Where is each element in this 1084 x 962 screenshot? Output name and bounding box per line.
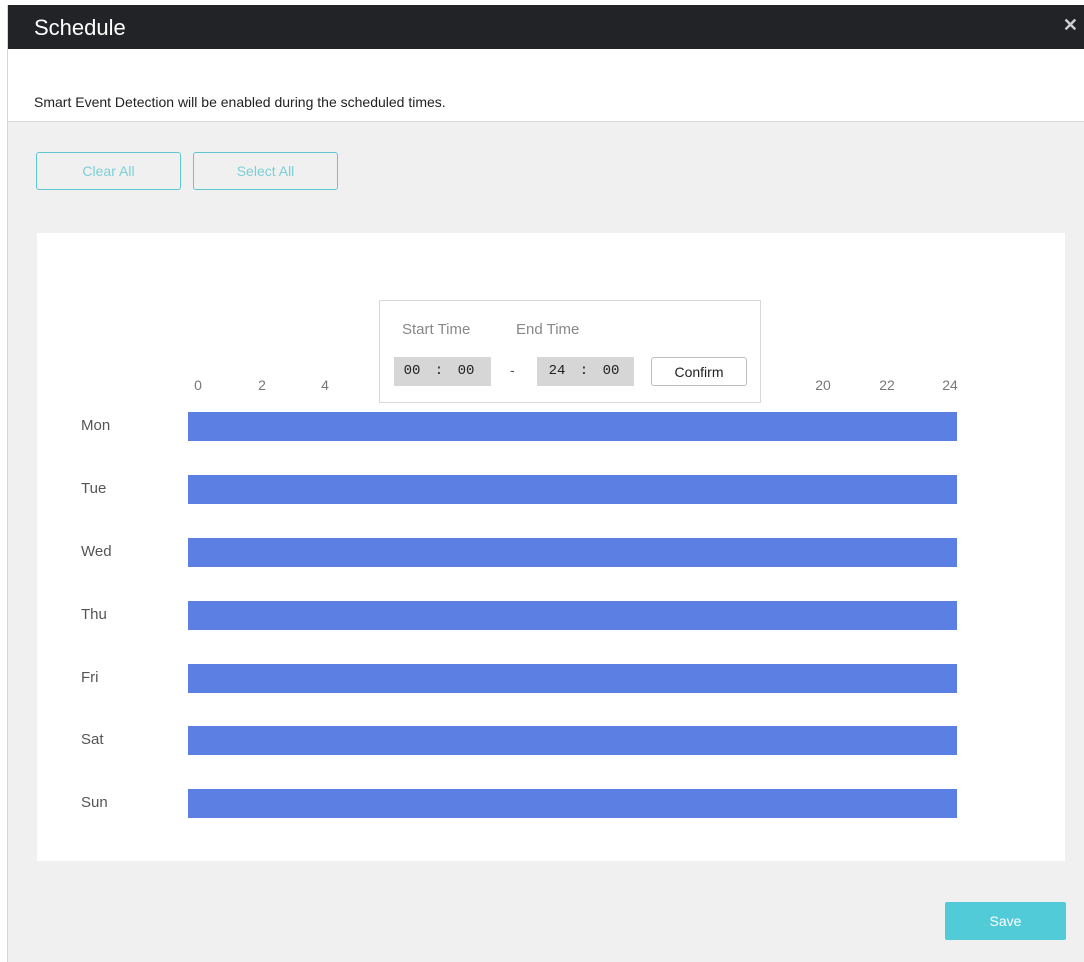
day-label-tue: Tue bbox=[81, 480, 107, 497]
start-time-label: Start Time bbox=[402, 321, 471, 338]
axis-tick-0: 0 bbox=[194, 377, 202, 393]
schedule-bar-sat[interactable] bbox=[188, 726, 957, 755]
axis-tick-22: 22 bbox=[879, 377, 895, 393]
axis-tick-20: 20 bbox=[815, 377, 831, 393]
schedule-bar-tue[interactable] bbox=[188, 475, 957, 504]
axis-tick-2: 2 bbox=[258, 377, 266, 393]
start-time-field[interactable]: 00:00 bbox=[394, 357, 491, 386]
clear-all-button[interactable]: Clear All bbox=[36, 152, 181, 190]
end-time-field[interactable]: 24:00 bbox=[537, 357, 634, 386]
start-hour-input[interactable]: 00 bbox=[394, 357, 430, 386]
axis-tick-4: 4 bbox=[321, 377, 329, 393]
schedule-panel: 0 2 4 8 20 22 24 Mon Tue Wed Thu Fri Sat… bbox=[37, 233, 1065, 861]
end-minute-input[interactable]: 00 bbox=[591, 357, 631, 386]
select-all-button[interactable]: Select All bbox=[193, 152, 338, 190]
end-time-separator: : bbox=[579, 363, 589, 379]
day-label-wed: Wed bbox=[81, 543, 112, 560]
save-button[interactable]: Save bbox=[945, 902, 1066, 940]
time-edit-popup: Start Time End Time 00:00 - 24:00 Confir… bbox=[379, 300, 761, 403]
title-bar: Schedule ✕ bbox=[8, 5, 1084, 49]
day-label-thu: Thu bbox=[81, 606, 107, 623]
confirm-button[interactable]: Confirm bbox=[651, 357, 747, 386]
close-icon[interactable]: ✕ bbox=[1063, 15, 1078, 36]
schedule-bar-thu[interactable] bbox=[188, 601, 957, 630]
schedule-dialog: Schedule ✕ Smart Event Detection will be… bbox=[7, 5, 1084, 962]
dialog-title: Schedule bbox=[34, 15, 126, 40]
schedule-bar-sun[interactable] bbox=[188, 789, 957, 818]
axis-tick-24: 24 bbox=[942, 377, 958, 393]
description-area: Smart Event Detection will be enabled du… bbox=[8, 49, 1084, 122]
description-text: Smart Event Detection will be enabled du… bbox=[34, 94, 446, 110]
schedule-bar-mon[interactable] bbox=[188, 412, 957, 441]
schedule-bar-fri[interactable] bbox=[188, 664, 957, 693]
day-label-mon: Mon bbox=[81, 417, 111, 434]
day-label-sun: Sun bbox=[81, 794, 108, 811]
time-range-dash: - bbox=[510, 362, 515, 378]
start-minute-input[interactable]: 00 bbox=[448, 357, 484, 386]
end-time-label: End Time bbox=[516, 321, 580, 338]
day-label-fri: Fri bbox=[81, 669, 99, 686]
start-time-separator: : bbox=[434, 363, 444, 379]
day-label-sat: Sat bbox=[81, 731, 104, 748]
end-hour-input[interactable]: 24 bbox=[537, 357, 577, 386]
schedule-bar-wed[interactable] bbox=[188, 538, 957, 567]
